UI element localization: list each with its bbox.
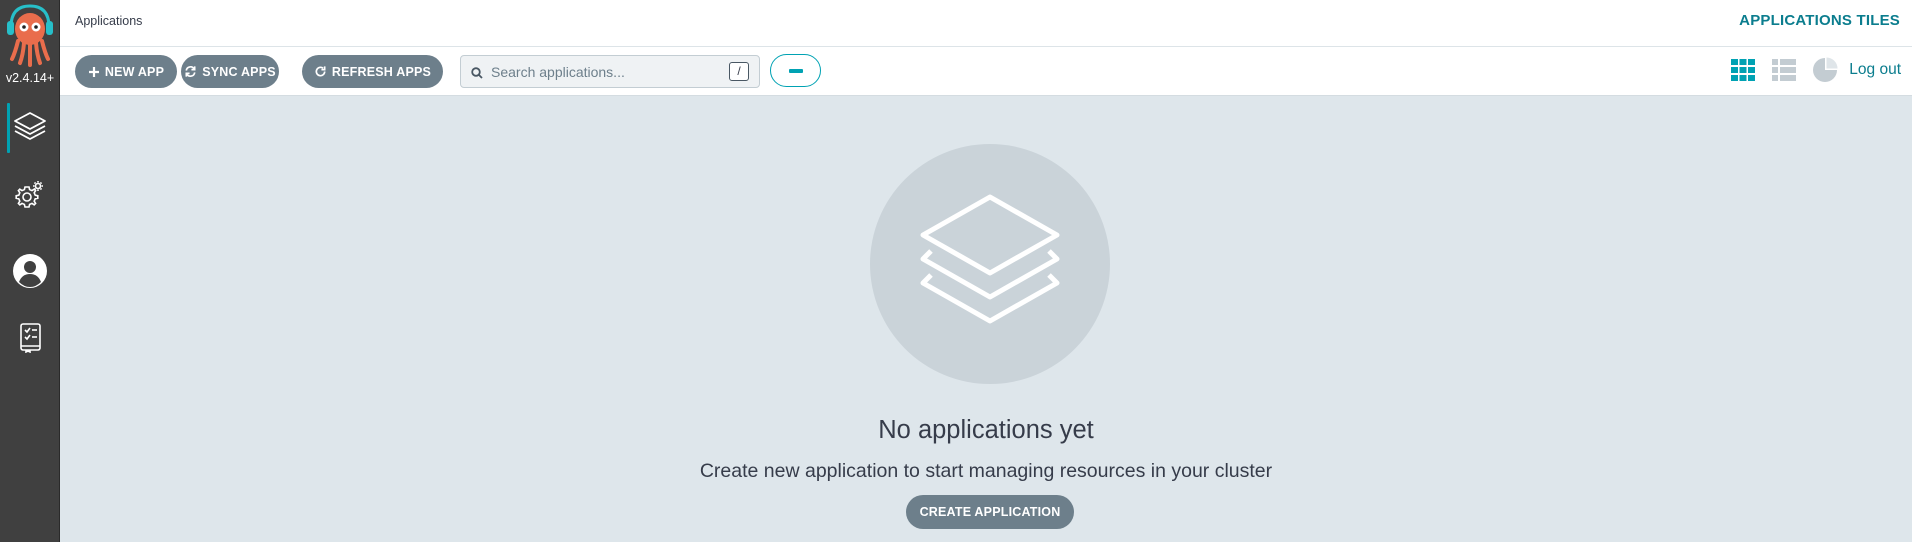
user-icon xyxy=(12,253,48,294)
summary-view-button[interactable] xyxy=(1812,57,1838,88)
filters-toggle-button[interactable] xyxy=(770,54,821,87)
grid-icon xyxy=(1731,58,1755,86)
minimize-icon xyxy=(789,69,803,73)
sidebar-item-applications[interactable] xyxy=(0,100,60,156)
sync-apps-label: SYNC APPS xyxy=(202,64,276,79)
search-icon xyxy=(471,66,483,84)
top-header: Applications APPLICATIONS TILES xyxy=(60,0,1912,47)
create-application-button[interactable]: CREATE APPLICATION xyxy=(906,495,1074,529)
empty-state-subtitle: Create new application to start managing… xyxy=(699,460,1273,482)
sidebar-item-settings[interactable] xyxy=(0,169,60,225)
search-box[interactable]: / xyxy=(460,55,760,88)
sync-icon xyxy=(184,65,197,78)
new-app-button[interactable]: NEW APP xyxy=(75,55,177,88)
refresh-icon xyxy=(314,65,327,78)
sync-apps-button[interactable]: SYNC APPS xyxy=(181,55,279,88)
new-app-label: NEW APP xyxy=(104,64,165,79)
layers-icon xyxy=(12,108,48,149)
empty-state-illustration xyxy=(870,144,1110,384)
argo-logo-icon[interactable] xyxy=(5,3,55,67)
list-icon xyxy=(1772,58,1796,86)
logout-link[interactable]: Log out xyxy=(1849,61,1901,79)
gear-icon xyxy=(13,178,47,217)
version-label: v2.4.14+ xyxy=(5,71,55,85)
sidebar: v2.4.14+ xyxy=(0,0,60,542)
list-view-button[interactable] xyxy=(1771,58,1797,86)
pie-chart-icon xyxy=(1812,57,1838,88)
toolbar: NEW APP SYNC APPS REFRESH APPS Search ap… xyxy=(60,47,1912,96)
layers-icon xyxy=(915,189,1065,340)
breadcrumb[interactable]: Applications xyxy=(75,14,142,28)
empty-state-title: No applications yet xyxy=(878,416,1094,444)
search-shortcut-hint: / xyxy=(729,62,749,81)
plus-icon xyxy=(88,66,100,78)
sidebar-item-documentation[interactable] xyxy=(0,311,60,367)
docs-icon xyxy=(15,321,45,358)
refresh-apps-button[interactable]: REFRESH APPS xyxy=(302,55,443,88)
sidebar-item-user-info[interactable] xyxy=(0,245,60,301)
page-title: APPLICATIONS TILES xyxy=(1739,12,1900,29)
tiles-view-button[interactable] xyxy=(1730,58,1756,86)
search-input[interactable] xyxy=(491,58,721,85)
refresh-apps-label: REFRESH APPS xyxy=(331,64,432,79)
